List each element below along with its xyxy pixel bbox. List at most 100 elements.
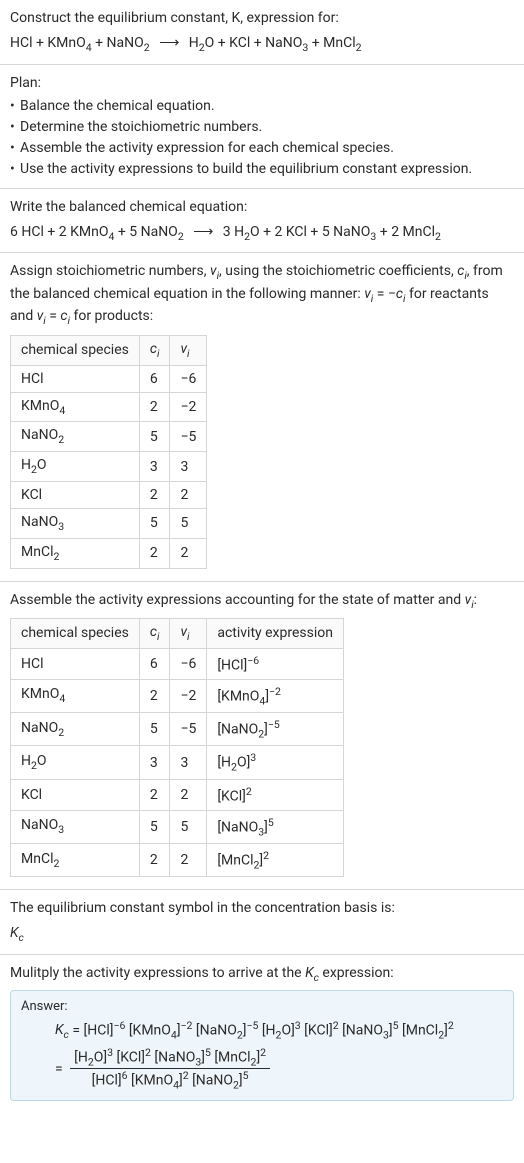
stoich-table: chemical species ci νi HCl6−6 KMnO42−2 N… — [10, 335, 207, 569]
plan-list: •Balance the chemical equation. •Determi… — [10, 96, 514, 180]
cell-vi: −2 — [170, 392, 207, 422]
cell-ci: 5 — [139, 422, 170, 452]
table-row: H2O33[H2O]3 — [11, 746, 344, 779]
table-row: KCl22[KCl]2 — [11, 779, 344, 810]
cell-vi: 2 — [170, 843, 207, 876]
activity-heading: Assemble the activity expressions accoun… — [10, 590, 514, 613]
plan-item: •Balance the chemical equation. — [10, 96, 514, 117]
plan-item-text: Determine the stoichiometric numbers. — [20, 119, 262, 135]
cell-vi: −6 — [170, 648, 207, 679]
cell-vi: −5 — [170, 422, 207, 452]
th-species: chemical species — [11, 619, 140, 649]
cell-activity: [KMnO4]−2 — [207, 679, 344, 712]
section-kc-symbol: The equilibrium constant symbol in the c… — [0, 890, 524, 955]
table-row: HCl6−6[HCl]−6 — [11, 648, 344, 679]
cell-vi: −2 — [170, 679, 207, 712]
cell-species: HCl — [11, 365, 140, 392]
table-header-row: chemical species ci νi activity expressi… — [11, 619, 344, 649]
section-stoich: Assign stoichiometric numbers, νi, using… — [0, 253, 524, 581]
cell-ci: 5 — [139, 508, 170, 538]
cell-ci: 2 — [139, 779, 170, 810]
section-answer: Mulitply the activity expressions to arr… — [0, 955, 524, 1119]
cell-species: KCl — [11, 779, 140, 810]
cell-species: NaNO2 — [11, 422, 140, 452]
cell-species: H2O — [11, 746, 140, 779]
activity-table: chemical species ci νi activity expressi… — [10, 618, 344, 877]
equals-sign: = — [55, 1061, 67, 1077]
section-plan: Plan: •Balance the chemical equation. •D… — [0, 65, 524, 189]
cell-activity: [MnCl2]2 — [207, 843, 344, 876]
kc-expression-line2: = [H2O]3 [KCl]2 [NaNO3]5 [MnCl2]2 [HCl]6… — [21, 1046, 503, 1092]
cell-ci: 2 — [139, 843, 170, 876]
table-row: KMnO42−2[KMnO4]−2 — [11, 679, 344, 712]
cell-ci: 3 — [139, 452, 170, 482]
prompt-text: Construct the equilibrium constant, K, e… — [10, 8, 514, 29]
section-activity: Assemble the activity expressions accoun… — [0, 582, 524, 891]
plan-item: •Use the activity expressions to build t… — [10, 159, 514, 180]
table-row: NaNO355 — [11, 508, 207, 538]
plan-item: •Assemble the activity expression for ea… — [10, 138, 514, 159]
cell-vi: 5 — [170, 810, 207, 843]
kc-symbol-heading: The equilibrium constant symbol in the c… — [10, 898, 514, 919]
plan-heading: Plan: — [10, 73, 514, 94]
cell-species: HCl — [11, 648, 140, 679]
cell-species: KCl — [11, 481, 140, 508]
kc-symbol: Kc — [10, 923, 514, 946]
cell-ci: 3 — [139, 746, 170, 779]
cell-species: MnCl2 — [11, 843, 140, 876]
cell-species: KMnO4 — [11, 392, 140, 422]
section-balanced: Write the balanced chemical equation: 6 … — [0, 189, 524, 254]
cell-species: KMnO4 — [11, 679, 140, 712]
cell-ci: 2 — [139, 481, 170, 508]
table-row: MnCl222[MnCl2]2 — [11, 843, 344, 876]
th-activity: activity expression — [207, 619, 344, 649]
th-species: chemical species — [11, 335, 140, 365]
cell-species: NaNO2 — [11, 712, 140, 745]
kc-fraction: [H2O]3 [KCl]2 [NaNO3]5 [MnCl2]2 [HCl]6 [… — [70, 1046, 270, 1092]
cell-activity: [HCl]−6 — [207, 648, 344, 679]
cell-vi: 2 — [170, 779, 207, 810]
cell-vi: −6 — [170, 365, 207, 392]
plan-item-text: Use the activity expressions to build th… — [20, 161, 472, 177]
cell-vi: −5 — [170, 712, 207, 745]
cell-species: MnCl2 — [11, 538, 140, 568]
table-row: NaNO25−5 — [11, 422, 207, 452]
table-row: KCl22 — [11, 481, 207, 508]
stoich-heading: Assign stoichiometric numbers, νi, using… — [10, 261, 514, 329]
cell-ci: 5 — [139, 810, 170, 843]
answer-box: Answer: Kc = [HCl]−6 [KMnO4]−2 [NaNO2]−5… — [10, 990, 514, 1101]
cell-ci: 6 — [139, 648, 170, 679]
cell-vi: 3 — [170, 452, 207, 482]
kc-fraction-denominator: [HCl]6 [KMnO4]2 [NaNO2]5 — [70, 1069, 270, 1091]
cell-vi: 5 — [170, 508, 207, 538]
table-header-row: chemical species ci νi — [11, 335, 207, 365]
th-ci: ci — [139, 335, 170, 365]
th-vi: νi — [170, 619, 207, 649]
cell-ci: 5 — [139, 712, 170, 745]
prompt-equation: HCl + KMnO4 + NaNO2 ⟶ H2O + KCl + NaNO3 … — [10, 33, 514, 56]
plan-item-text: Assemble the activity expression for eac… — [20, 140, 394, 156]
plan-item-text: Balance the chemical equation. — [20, 98, 215, 114]
table-row: KMnO42−2 — [11, 392, 207, 422]
th-ci: ci — [139, 619, 170, 649]
balanced-heading: Write the balanced chemical equation: — [10, 197, 514, 218]
cell-species: NaNO3 — [11, 810, 140, 843]
cell-activity: [H2O]3 — [207, 746, 344, 779]
cell-species: H2O — [11, 452, 140, 482]
cell-activity: [NaNO2]−5 — [207, 712, 344, 745]
cell-species: NaNO3 — [11, 508, 140, 538]
table-row: H2O33 — [11, 452, 207, 482]
cell-ci: 2 — [139, 679, 170, 712]
cell-ci: 6 — [139, 365, 170, 392]
section-prompt: Construct the equilibrium constant, K, e… — [0, 0, 524, 65]
balanced-equation: 6 HCl + 2 KMnO4 + 5 NaNO2 ⟶ 3 H2O + 2 KC… — [10, 222, 514, 245]
cell-vi: 3 — [170, 746, 207, 779]
table-row: NaNO355[NaNO3]5 — [11, 810, 344, 843]
table-row: HCl6−6 — [11, 365, 207, 392]
table-row: NaNO25−5[NaNO2]−5 — [11, 712, 344, 745]
cell-ci: 2 — [139, 538, 170, 568]
cell-activity: [NaNO3]5 — [207, 810, 344, 843]
th-vi: νi — [170, 335, 207, 365]
cell-activity: [KCl]2 — [207, 779, 344, 810]
cell-vi: 2 — [170, 538, 207, 568]
